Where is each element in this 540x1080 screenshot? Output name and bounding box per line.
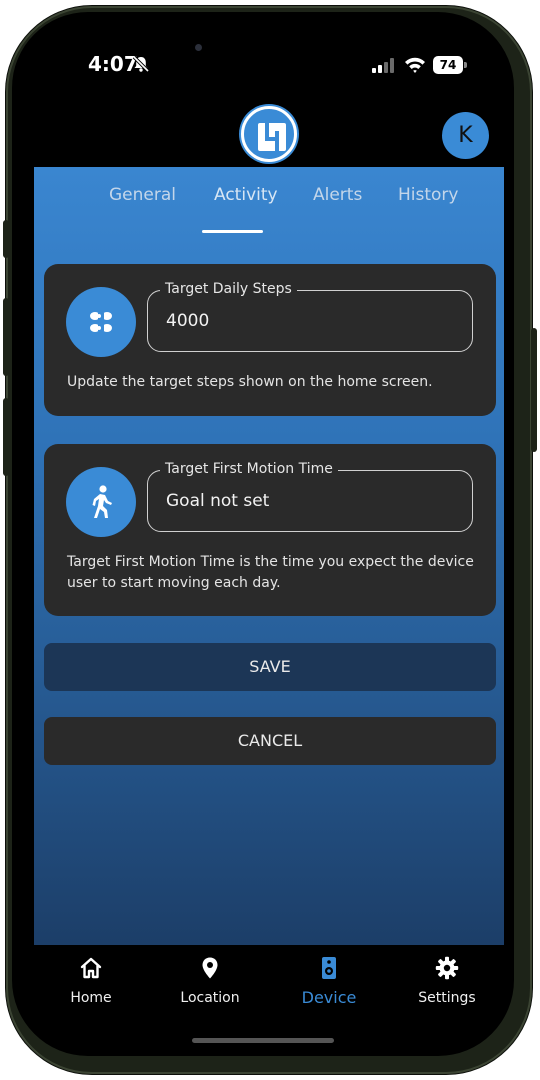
footsteps-icon (90, 312, 112, 332)
phone-screen-bezel: 4:07 74 K General Activity Alerts Histor… (12, 12, 514, 1056)
home-icon (80, 957, 102, 979)
device-settings-panel: General Activity Alerts History Target D… (34, 167, 504, 945)
app-screen: 4:07 74 K General Activity Alerts Histor… (12, 12, 514, 1056)
bell-off-icon (132, 55, 150, 73)
target-first-motion-time-input[interactable]: Target First Motion Time Goal not set (147, 461, 473, 532)
tab-bar: General Activity Alerts History (34, 167, 504, 233)
status-time: 4:07 (88, 52, 138, 76)
target-first-motion-time-value: Goal not set (166, 491, 270, 511)
home-indicator[interactable] (192, 1038, 334, 1043)
nav-item-device[interactable]: Device (274, 948, 384, 1028)
app-logo-icon (258, 123, 286, 151)
camera-dot (195, 44, 202, 51)
cancel-button[interactable]: CANCEL (44, 717, 496, 765)
nav-label-device: Device (301, 988, 357, 1007)
target-steps-help-text: Update the target steps shown on the hom… (67, 374, 433, 390)
location-pin-icon (202, 957, 218, 979)
steps-icon-badge (66, 287, 136, 357)
device-icon (322, 957, 336, 979)
target-motion-help-text: Target First Motion Time is the time you… (67, 554, 474, 591)
gear-icon (435, 956, 459, 980)
target-daily-steps-input[interactable]: Target Daily Steps 4000 (147, 281, 473, 352)
tab-activity[interactable]: Activity (214, 185, 278, 205)
dynamic-island (172, 30, 346, 76)
battery-indicator: 74 (433, 56, 467, 74)
battery-tip (464, 62, 467, 68)
bottom-nav-bar: Home Location Device Settings (12, 948, 514, 1028)
target-motion-card: Target First Motion Time Goal not set Ta… (44, 444, 496, 616)
wifi-icon (405, 57, 425, 73)
tab-general[interactable]: General (109, 185, 176, 205)
nav-label-location: Location (180, 990, 240, 1006)
phone-action-button (3, 220, 9, 258)
active-tab-indicator (202, 230, 263, 233)
nav-item-location[interactable]: Location (155, 948, 265, 1028)
tab-history[interactable]: History (398, 185, 458, 205)
nav-label-home: Home (70, 990, 112, 1006)
target-daily-steps-value: 4000 (166, 311, 210, 331)
phone-volume-up-button (3, 298, 9, 376)
nav-label-settings: Settings (418, 990, 476, 1006)
cellular-signal-icon (372, 58, 394, 73)
target-steps-card: Target Daily Steps 4000 Update the targe… (44, 264, 496, 416)
motion-icon-badge (66, 467, 136, 537)
nav-item-settings[interactable]: Settings (392, 948, 502, 1028)
battery-level: 74 (433, 56, 463, 74)
app-logo (241, 106, 297, 162)
save-button[interactable]: SAVE (44, 643, 496, 691)
phone-power-button (531, 328, 537, 452)
tab-alerts[interactable]: Alerts (313, 185, 362, 205)
phone-volume-down-button (3, 398, 9, 476)
nav-item-home[interactable]: Home (36, 948, 146, 1028)
target-first-motion-time-label: Target First Motion Time (160, 461, 338, 477)
user-avatar[interactable]: K (442, 112, 489, 159)
target-daily-steps-label: Target Daily Steps (160, 281, 297, 297)
walking-person-icon (92, 485, 112, 518)
